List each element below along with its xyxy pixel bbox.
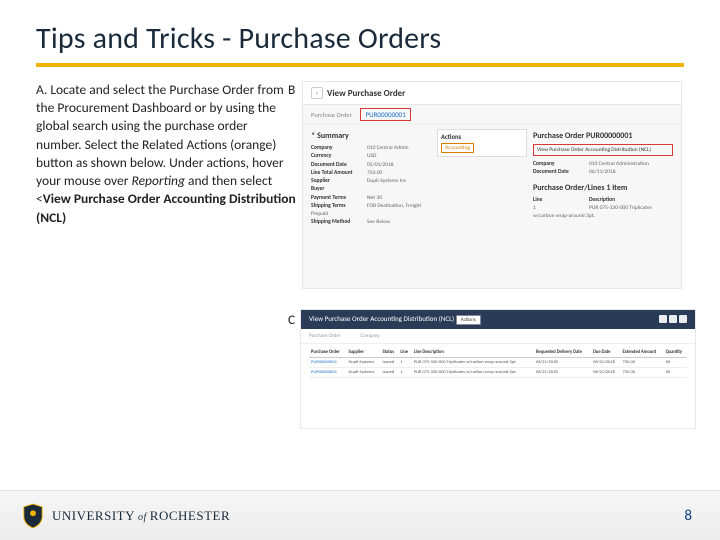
university-logo: UNIVERSITYofROCHESTER xyxy=(22,503,230,529)
summary-heading: ˅ Summary xyxy=(311,131,431,141)
actions-button: Actions xyxy=(456,315,481,325)
po-label: Purchase Order xyxy=(311,111,359,119)
po-heading: Purchase Order PUR00000001 xyxy=(533,131,673,141)
view-distribution-highlight: View Purchase Order Accounting Distribut… xyxy=(533,144,673,156)
related-actions-button: Accounting xyxy=(441,143,474,153)
filter-company: Company xyxy=(360,333,379,339)
distribution-table: Purchase OrderSupplierStatus LineLine De… xyxy=(309,348,687,378)
filter-po: Purchase Order xyxy=(309,333,340,339)
step-c-letter: C xyxy=(288,311,295,328)
back-icon: ‹ xyxy=(311,87,323,99)
shot-b-header: View Purchase Order xyxy=(327,88,405,99)
toolbar-icons xyxy=(657,315,687,325)
step-a-bold: View Purchase Order Accounting Distribut… xyxy=(36,190,296,225)
step-b-letter: B xyxy=(288,81,295,98)
step-a-text: A. Locate and select the Purchase Order … xyxy=(36,81,296,227)
actions-panel: Actions Accounting xyxy=(437,129,527,157)
slide-title: Tips and Tricks - Purchase Orders xyxy=(36,20,684,67)
shield-icon xyxy=(22,503,44,529)
shot-c-title: View Purchase Order Accounting Distribut… xyxy=(309,314,454,323)
page-number: 8 xyxy=(684,507,692,525)
screenshot-view-po: ‹ View Purchase Order Purchase Order PUR… xyxy=(302,81,682,289)
university-of: of xyxy=(138,512,147,523)
po-number-highlight: PUR00000001 xyxy=(360,108,410,121)
university-name-post: ROCHESTER xyxy=(150,508,230,523)
table-row: PUR00000001Dupli-SystemsIssued 1PUR 075-… xyxy=(309,358,687,368)
screenshot-accounting-distribution: View Purchase Order Accounting Distribut… xyxy=(300,309,696,429)
step-a-italic: Reporting xyxy=(131,172,184,189)
table-row: PUR00000001Dupli-SystemsIssued 1PUR 075-… xyxy=(309,368,687,378)
slide-footer: UNIVERSITYofROCHESTER 8 xyxy=(0,490,720,540)
university-name-pre: UNIVERSITY xyxy=(52,508,135,523)
